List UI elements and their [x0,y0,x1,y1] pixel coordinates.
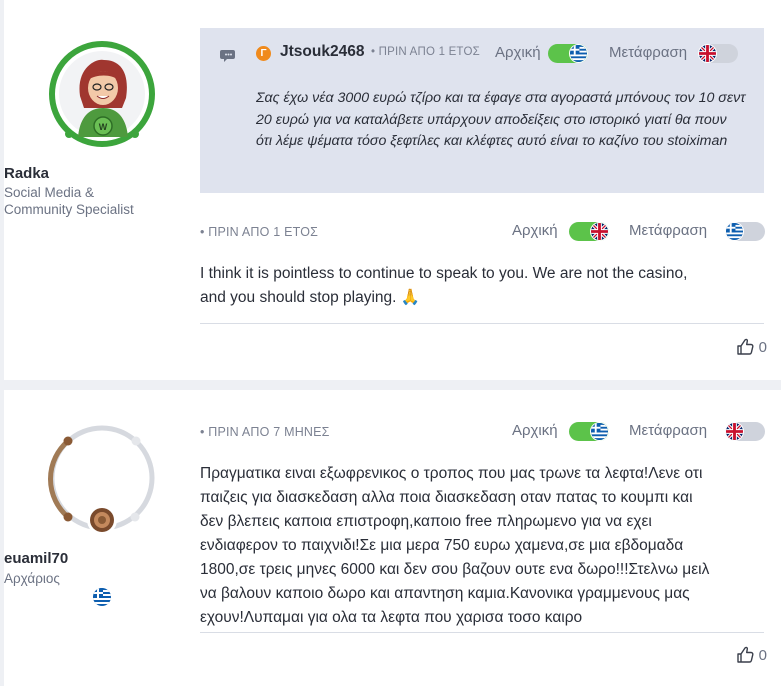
uk-flag-icon [698,44,717,63]
divider [200,632,764,633]
original-label: Αρχική [495,44,541,61]
original-toggle[interactable] [569,222,609,241]
original-label: Αρχική [512,222,558,239]
post-text-line: 1800,σε τρεις μηνες 6000 και δεν σου βαζ… [200,561,710,578]
original-toggle[interactable] [548,44,588,63]
original-label: Αρχική [512,422,558,439]
thumbs-up-icon [735,337,755,357]
quoted-username[interactable]: Jtsouk2468 [280,43,364,61]
uk-flag-icon [725,422,744,441]
translate-toggle[interactable] [725,422,765,441]
like-count: 0 [758,646,767,664]
post-text-line: να βαλουν καποιο δωρο και απαντηση καμια… [200,585,690,602]
author-avatar[interactable] [46,422,158,534]
author-role: Social Media & [4,185,95,200]
translate-toggle[interactable] [725,222,765,241]
post-text-line: ενδιαφερον το παιχνιδι!Σε μια μερα 750 ε… [200,537,684,554]
svg-text:W: W [99,122,108,132]
translate-label: Μετάφραση [629,422,708,439]
translate-label: Μετάφραση [629,222,708,239]
like-count: 0 [758,338,767,356]
like-button[interactable]: 0 [735,645,767,665]
quoted-user-avatar[interactable]: Γ [256,46,271,61]
divider [200,323,764,324]
post-card: W Radka Social Media & Community Special… [4,0,781,380]
post-text-line: Πραγματικα ειναι εξωφρενικος ο τροπος πο… [200,465,703,482]
greek-flag-icon [725,222,744,241]
speech-bubbles-icon [220,48,240,64]
uk-flag-icon [590,222,609,241]
post-text: and you should stop playing. 🙏 [200,289,421,306]
post-text-line: εχουν!Λυπαμαι για ολα τα λεφτα που χαρισ… [200,609,583,626]
original-toggle[interactable] [569,422,609,441]
thumbs-up-icon [735,645,755,665]
quoted-text: Σας έχω νέα 3000 ευρώ τζίρο και τα έφαγε… [256,90,746,149]
greek-flag-icon [569,44,588,63]
like-button[interactable]: 0 [735,337,767,357]
author-avatar[interactable]: W [46,38,158,150]
author-rank: Αρχάριος [4,571,60,586]
post-text-line: δεν βλεπεις καποια επιστροφη,καποιο free… [200,513,652,530]
post-timestamp: • ΠΡΙΝ ΑΠΟ 1 ΕΤΟΣ [200,225,319,239]
translate-toggle[interactable] [698,44,738,63]
quoted-comment: Γ Jtsouk2468 • ΠΡΙΝ ΑΠΟ 1 ΕΤΟΣ Αρχική Με… [200,28,764,193]
author-name[interactable]: Radka [4,165,200,182]
greek-flag-icon [590,422,609,441]
greek-flag-icon [93,588,111,606]
author-name[interactable]: euamil70 [4,550,200,567]
author-role: Community Specialist [4,202,134,217]
post-text-line: παιζεις για διασκεδαση αλλα ποια διασκεδ… [200,489,693,506]
post-timestamp: • ΠΡΙΝ ΑΠΟ 7 ΜΗΝΕΣ [200,425,330,439]
translate-label: Μετάφραση [609,44,688,61]
post-text: I think it is pointless to continue to s… [200,265,688,282]
post-card: euamil70 Αρχάριος • ΠΡΙΝ ΑΠΟ 7 ΜΗΝΕΣ Αρχ… [4,390,781,686]
quoted-timestamp: • ΠΡΙΝ ΑΠΟ 1 ΕΤΟΣ [371,46,480,58]
